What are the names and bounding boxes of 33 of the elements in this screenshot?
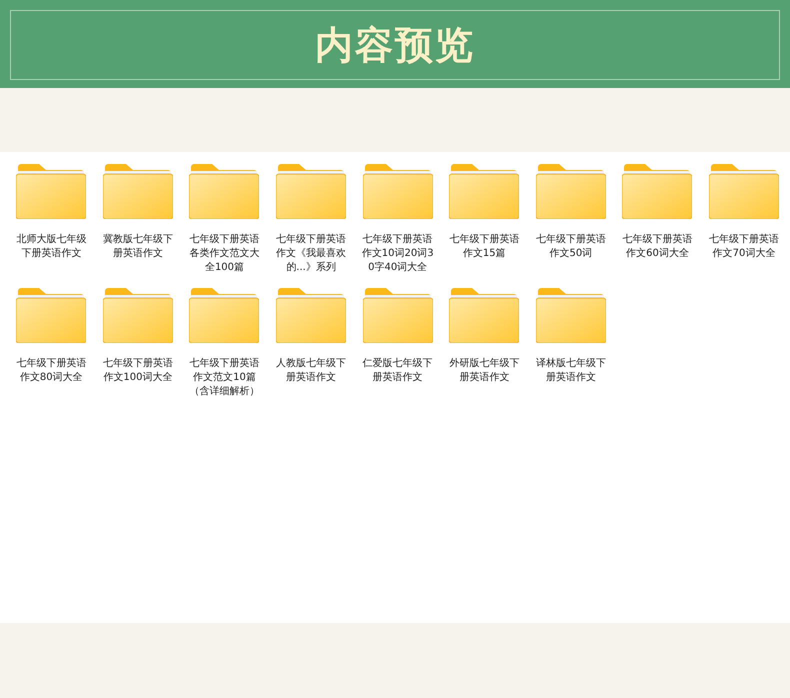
folder-name[interactable]: 七年级下册英语各类作文范文大全100篇 [187,233,262,275]
folder-name[interactable]: 七年级下册英语作文范文10篇（含详细解析） [187,357,262,399]
folder-name[interactable]: 七年级下册英语作文10词20词30字40词大全 [360,233,435,275]
folder-name[interactable]: 译林版七年级下册英语作文 [534,357,608,385]
folder-name[interactable]: 七年级下册英语作文100词大全 [100,357,175,385]
folder-icon[interactable] [276,288,346,343]
folder-icon[interactable] [362,164,433,219]
folder-name[interactable]: 七年级下册英语作文15篇 [447,233,522,261]
folder-icon[interactable] [276,164,346,219]
folder-name[interactable]: 冀教版七年级下册英语作文 [100,233,175,261]
folder-name[interactable]: 人教版七年级下册英语作文 [274,357,348,385]
folder-name[interactable]: 外研版七年级下册英语作文 [447,357,522,385]
folder-icon[interactable] [16,288,86,343]
folder-name[interactable]: 七年级下册英语作文50词 [534,233,608,261]
folder-icon[interactable] [536,164,606,219]
folder-icon[interactable] [536,288,606,343]
folder-icon[interactable] [709,164,780,219]
folder-name[interactable]: 仁爱版七年级下册英语作文 [360,357,435,385]
folder-name[interactable]: 北师大版七年级下册英语作文 [14,233,88,261]
folder-icon[interactable] [102,288,173,343]
folder-icon[interactable] [622,164,692,219]
folder-icon[interactable] [16,164,86,219]
folder-name[interactable]: 七年级下册英语作文60词大全 [620,233,694,261]
page-title: 内容预览 [315,26,475,64]
folder-name[interactable]: 七年级下册英语作文70词大全 [707,233,782,261]
folder-icon[interactable] [449,288,520,343]
folder-icon[interactable] [102,164,173,219]
folder-icon[interactable] [362,288,433,343]
folder-icon[interactable] [449,164,520,219]
folder-name[interactable]: 七年级下册英语作文《我最喜欢的...》系列 [274,233,348,275]
folder-name[interactable]: 七年级下册英语作文80词大全 [14,357,88,385]
folder-icon[interactable] [189,164,260,219]
folder-icon[interactable] [189,288,260,343]
